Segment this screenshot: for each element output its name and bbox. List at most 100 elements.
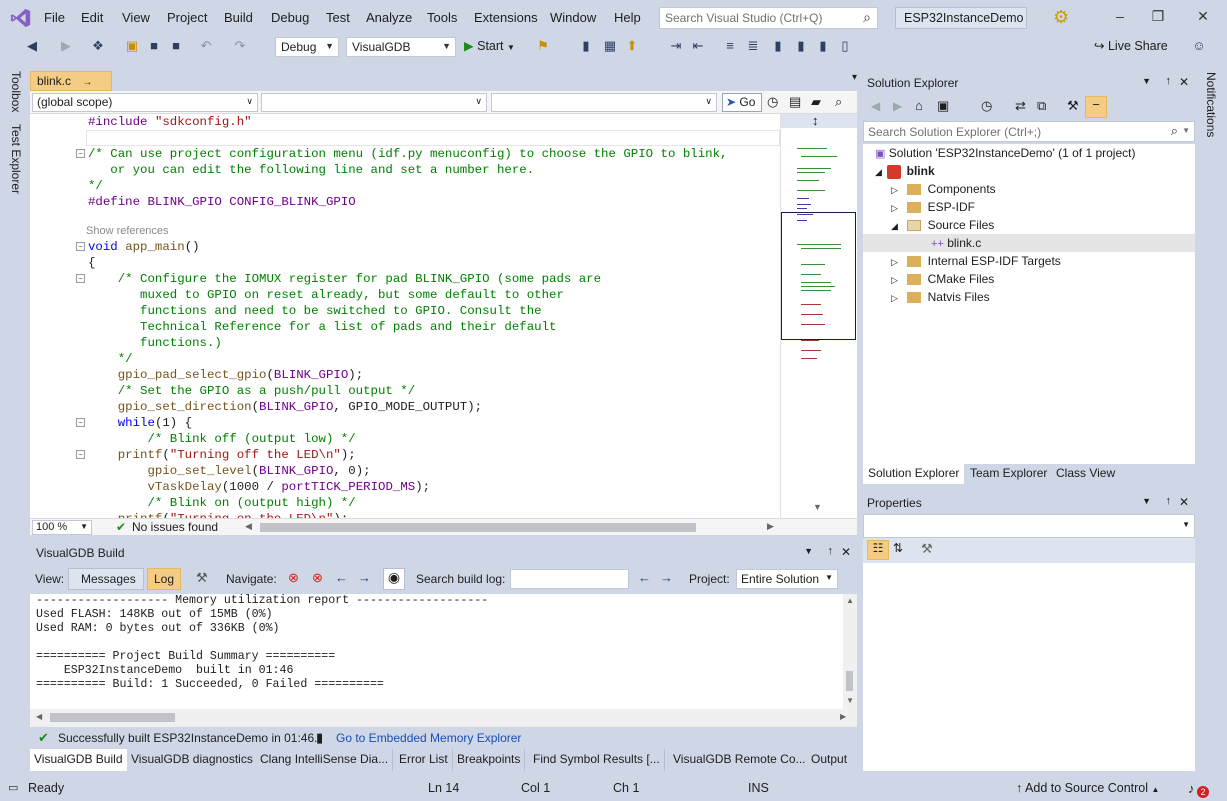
type-combo[interactable]: ∨	[261, 93, 487, 112]
search-next-icon[interactable]: →	[660, 570, 673, 585]
code-editor[interactable]: Show references #include "sdkconfig.h" /*…	[30, 114, 780, 518]
scroll-right-icon[interactable]: ▶	[767, 521, 774, 532]
pin-icon[interactable]: →	[82, 77, 92, 88]
search-visual-studio-input[interactable]: Search Visual Studio (Ctrl+Q) ⌕	[659, 7, 878, 29]
comment-icon[interactable]: ≡	[722, 38, 738, 53]
menu-view[interactable]: View	[122, 10, 150, 25]
menu-window[interactable]: Window	[550, 10, 596, 25]
tree-node-esp-idf[interactable]: ▷ ESP-IDF	[891, 198, 975, 216]
menu-test[interactable]: Test	[326, 10, 350, 25]
feedback-sun-icon[interactable]: ⚙	[1053, 7, 1069, 28]
clear-bookmarks-icon[interactable]: ▯	[837, 38, 853, 54]
tab-clang-intellisense[interactable]: Clang IntelliSense Dia...	[256, 749, 394, 771]
pin-icon[interactable]: ↑	[828, 545, 834, 557]
go-button[interactable]: ➤ Go	[722, 93, 762, 112]
scope-combo[interactable]: (global scope) ∨	[32, 93, 258, 112]
live-share-button[interactable]: ↪ Live Share	[1094, 38, 1168, 53]
prev-arrow-icon[interactable]: ←	[335, 570, 348, 585]
split-icon[interactable]: ↕	[812, 113, 819, 128]
tab-solution-explorer[interactable]: Solution Explorer	[863, 464, 965, 484]
window-position-icon[interactable]: ▼	[1142, 76, 1151, 86]
fold-toggle-icon[interactable]: −	[76, 450, 85, 459]
tab-find-symbol-results[interactable]: Find Symbol Results [...	[529, 749, 665, 771]
log-button[interactable]: Log	[147, 568, 181, 590]
code-minimap[interactable]: ↕ ▼	[780, 113, 857, 518]
scroll-right-icon[interactable]: ▶	[840, 712, 846, 721]
menu-help[interactable]: Help	[614, 10, 641, 25]
close-panel-icon[interactable]: ✕	[1179, 75, 1189, 89]
test-explorer-tab[interactable]: Test Explorer	[9, 124, 23, 194]
tab-team-explorer[interactable]: Team Explorer	[965, 464, 1052, 484]
bookmark-icon[interactable]: ▮	[770, 38, 786, 54]
next-arrow-icon[interactable]: →	[358, 570, 371, 585]
properties-wrench-icon[interactable]: ⚒	[1067, 98, 1079, 114]
uncomment-icon[interactable]: ≣	[745, 38, 761, 54]
notifications-tab[interactable]: Notifications	[1204, 72, 1218, 137]
fold-toggle-icon[interactable]: −	[76, 418, 85, 427]
menu-analyze[interactable]: Analyze	[366, 10, 412, 25]
forward-icon[interactable]: ▶	[58, 38, 74, 54]
close-icon[interactable]: ✕	[1193, 8, 1213, 25]
tools-icon[interactable]: ⚒	[196, 570, 208, 586]
tree-node-source-files[interactable]: ◢ Source Files	[891, 216, 994, 234]
tree-node-internal-targets[interactable]: ▷ Internal ESP-IDF Targets	[891, 252, 1061, 270]
tab-breakpoints[interactable]: Breakpoints	[453, 749, 526, 771]
scroll-down-icon[interactable]: ▼	[813, 502, 822, 512]
build-log-hscroll[interactable]: ◀ ▶	[30, 709, 857, 727]
search-prev-icon[interactable]: ←	[638, 570, 651, 585]
tag-icon[interactable]: ▰	[811, 94, 821, 110]
menu-build[interactable]: Build	[224, 10, 253, 25]
redo-icon[interactable]: ↷	[232, 38, 248, 54]
new-project-icon[interactable]: ❖	[90, 38, 106, 54]
source-control-button[interactable]: ↑ Add to Source Control ▲	[1016, 781, 1159, 795]
tab-class-view[interactable]: Class View	[1051, 464, 1120, 484]
close-panel-icon[interactable]: ✕	[841, 545, 851, 559]
menu-file[interactable]: File	[44, 10, 65, 25]
menu-debug[interactable]: Debug	[271, 10, 309, 25]
undo-icon[interactable]: ↶	[198, 38, 214, 54]
next-bookmark-icon[interactable]: ▮	[815, 38, 831, 54]
tab-overflow-icon[interactable]: ▾	[852, 72, 857, 83]
upload-icon[interactable]: ⬆	[624, 38, 640, 54]
solution-explorer-search[interactable]: Search Solution Explorer (Ctrl+;) ⌕ ▼	[863, 121, 1195, 142]
memory-explorer-link[interactable]: Go to Embedded Memory Explorer	[336, 731, 521, 745]
scroll-up-icon[interactable]: ▲	[846, 596, 854, 605]
save-all-icon[interactable]: ■	[168, 38, 184, 53]
palette-icon[interactable]: ◉	[383, 568, 405, 590]
tab-visualgdb-remote-console[interactable]: VisualGDB Remote Co...	[669, 749, 811, 771]
search-build-log-input[interactable]	[510, 569, 629, 589]
find-icon[interactable]: ⌕	[835, 94, 842, 110]
zoom-combo[interactable]: 100 % ▼	[32, 520, 92, 535]
scroll-left-icon[interactable]: ◀	[245, 521, 252, 532]
build-log-output[interactable]: ------------------- Memory utilization r…	[30, 594, 857, 709]
solution-configuration-combo[interactable]: Debug ▼	[275, 37, 339, 57]
alphabetical-icon[interactable]: ⇅	[893, 541, 903, 555]
pending-changes-icon[interactable]: ◷	[981, 98, 992, 114]
tab-output[interactable]: Output	[807, 749, 852, 771]
preview-selected-icon[interactable]: −	[1085, 96, 1107, 118]
document-tab-blink-c[interactable]: blink.c → ✕	[30, 71, 112, 102]
tab-visualgdb-diagnostics[interactable]: VisualGDB diagnostics	[127, 749, 258, 771]
tab-error-list[interactable]: Error List	[395, 749, 453, 771]
tree-node-blink-c[interactable]: ++ blink.c	[863, 234, 1195, 252]
stopwatch-icon[interactable]: ◷	[767, 94, 778, 110]
next-error-icon[interactable]: ⊗	[312, 570, 323, 586]
messages-button[interactable]: Messages	[68, 568, 144, 590]
home-icon[interactable]: ⌂	[915, 98, 923, 113]
member-combo[interactable]: ∨	[491, 93, 717, 112]
tree-node-natvis-files[interactable]: ▷ Natvis Files	[891, 288, 990, 306]
tab-visualgdb-build[interactable]: VisualGDB Build	[30, 749, 128, 771]
admin-icon[interactable]: ☺	[1191, 38, 1207, 53]
toolbox-tab[interactable]: Toolbox	[9, 71, 23, 112]
properties-object-combo[interactable]: ▼	[863, 514, 1195, 538]
outdent-icon[interactable]: ⇤	[690, 38, 706, 54]
prev-bookmark-icon[interactable]: ▮	[793, 38, 809, 54]
vertical-scrollbar[interactable]	[843, 594, 857, 709]
property-pages-icon[interactable]: ⚒	[921, 541, 933, 557]
tree-node-components[interactable]: ▷ Components	[891, 180, 996, 198]
menu-extensions[interactable]: Extensions	[474, 10, 538, 25]
menu-edit[interactable]: Edit	[81, 10, 103, 25]
back-icon[interactable]: ◀	[24, 38, 40, 54]
project-node[interactable]: ◢ blink	[875, 162, 935, 180]
back-icon[interactable]: ◀	[871, 99, 880, 113]
